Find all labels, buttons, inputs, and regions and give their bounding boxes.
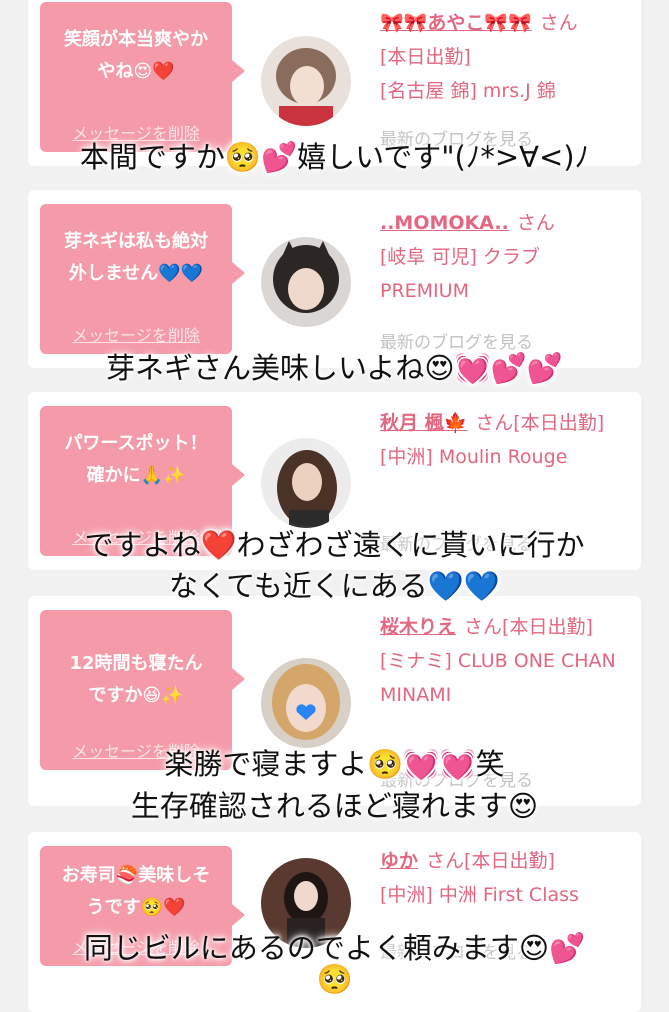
work-status: [本日出勤] xyxy=(380,46,471,68)
message-text: パワースポット！ 確かに🙏✨ xyxy=(64,433,208,486)
shop-name: [岐阜 可児] クラブ PREMIUM xyxy=(380,246,540,302)
shop-name: [ミナミ] CLUB ONE CHAN MINAMI xyxy=(380,650,616,706)
avatar[interactable] xyxy=(261,658,351,748)
work-status: [本日出勤] xyxy=(513,412,605,434)
reply-caption: 本間ですか🥺💕嬉しいです"(ﾉ*>∀<)ﾉ xyxy=(79,140,590,174)
avatar[interactable] xyxy=(261,36,351,126)
girl-name-link[interactable]: 秋月 楓🍁 xyxy=(380,412,467,434)
reply-caption: 芽ネギさん美味しいよね😍💓💕💕 xyxy=(106,351,563,385)
girl-name-link[interactable]: 桜木りえ xyxy=(380,616,456,638)
message-text: 12時間も寝たん ですか😆✨ xyxy=(69,653,203,706)
message-bubble: 笑顔が本当爽やか やね😍❤️ メッセージを削除 xyxy=(40,2,245,152)
girl-info: 桜木りえ さん[本日出勤] [ミナミ] CLUB ONE CHAN MINAMI xyxy=(380,610,632,712)
girl-info: 🎀🎀あやこ🎀🎀 さん [本日出勤] [名古屋 錦] mrs.J 錦 xyxy=(380,6,632,108)
girl-name-link[interactable]: 🎀🎀あやこ🎀🎀 xyxy=(380,12,532,34)
reply-caption: ですよね❤️わざわざ遠くに貰いに行か xyxy=(84,528,585,562)
message-text: 笑顔が本当爽やか やね😍❤️ xyxy=(64,29,208,82)
shop-name: [名古屋 錦] mrs.J 錦 xyxy=(380,80,556,102)
girl-name-link[interactable]: ゆか xyxy=(380,850,418,872)
reply-caption: 楽勝で寝ますよ🥺💓💓笑 xyxy=(164,747,505,781)
avatar-photo xyxy=(261,36,351,126)
reply-caption: 生存確認されるほど寝れます😍 xyxy=(130,789,539,823)
message-text: お寿司🍣美味しそ うです🥺❤️ xyxy=(61,865,211,918)
avatar-photo xyxy=(261,658,351,748)
avatar[interactable] xyxy=(261,438,351,528)
message-card: 芽ネギは私も絶対 外しません💙💙 メッセージを削除 ..MOMOKA.. さん [… xyxy=(28,190,641,368)
work-status: [本日出勤] xyxy=(502,616,593,638)
honorific: さん xyxy=(516,212,555,234)
message-bubble: 芽ネギは私も絶対 外しません💙💙 メッセージを削除 xyxy=(40,204,245,354)
girl-info: ..MOMOKA.. さん [岐阜 可児] クラブ PREMIUM xyxy=(380,206,632,308)
delete-message-link[interactable]: メッセージを削除 xyxy=(40,322,232,346)
honorific: さん xyxy=(464,616,503,638)
avatar-photo xyxy=(261,237,351,327)
reply-caption: 同じビルにあるのでよく頼みます😍💕 xyxy=(83,931,586,965)
message-text: 芽ネギは私も絶対 外しません💙💙 xyxy=(64,231,208,284)
honorific: さん xyxy=(539,12,578,34)
avatar[interactable] xyxy=(261,237,351,327)
honorific: さん xyxy=(426,850,465,872)
work-status: [本日出勤] xyxy=(464,850,555,872)
girl-info: 秋月 楓🍁 さん[本日出勤] [中洲] Moulin Rouge xyxy=(380,406,632,474)
shop-name: [中洲] Moulin Rouge xyxy=(380,446,568,468)
reply-caption: なくても近くにある💙💙 xyxy=(169,569,500,603)
avatar-photo xyxy=(261,438,351,528)
honorific: さん xyxy=(475,412,514,434)
girl-name-link[interactable]: ..MOMOKA.. xyxy=(380,212,509,234)
shop-name: [中洲] 中洲 First Class xyxy=(380,884,579,906)
reply-caption: 🥺 xyxy=(316,962,353,996)
girl-info: ゆか さん[本日出勤] [中洲] 中洲 First Class xyxy=(380,844,632,912)
